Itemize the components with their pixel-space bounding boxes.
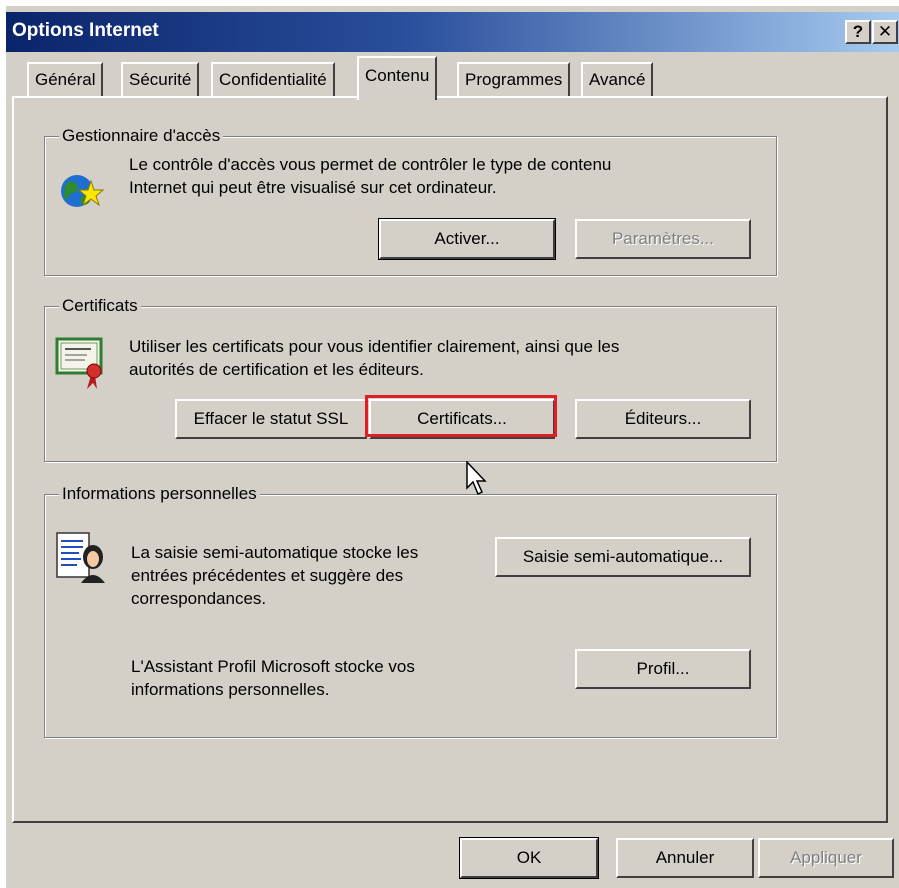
personal-info-group: Informations personnelles La saisie semi… (44, 484, 777, 738)
content-advisor-desc-line1: Le contrôle d'accès vous permet de contr… (129, 155, 612, 174)
settings-button[interactable]: Paramètres... (575, 219, 751, 259)
close-button[interactable]: ✕ (872, 20, 898, 44)
tab-security[interactable]: Sécurité (121, 62, 200, 96)
tab-programs[interactable]: Programmes (457, 62, 571, 96)
profile-icon (55, 531, 107, 590)
cancel-button[interactable]: Annuler (616, 838, 754, 878)
title-bar[interactable]: Options Internet ? ✕ (6, 12, 899, 52)
globe-star-icon (57, 167, 105, 220)
certificate-icon (55, 337, 109, 394)
certificates-label: Certificats (59, 296, 141, 316)
certificates-button-highlight (365, 395, 557, 437)
certificates-desc-line2: autorités de certification et les éditeu… (129, 360, 424, 379)
certificates-group: Certificats Utiliser les certificats pou… (44, 296, 777, 462)
autocomplete-desc-line3: correspondances. (131, 589, 267, 608)
tab-general[interactable]: Général (27, 62, 104, 96)
tab-content[interactable]: Contenu (357, 56, 438, 100)
publishers-button[interactable]: Éditeurs... (575, 399, 751, 439)
profile-button[interactable]: Profil... (575, 649, 751, 689)
profile-desc-line2: informations personnelles. (131, 680, 330, 699)
window-title: Options Internet (12, 20, 159, 41)
autocomplete-button[interactable]: Saisie semi-automatique... (495, 537, 751, 577)
tab-privacy[interactable]: Confidentialité (211, 62, 335, 96)
content-tab-panel: Gestionnaire d'accès Le contrôle d'accès… (12, 96, 888, 823)
content-advisor-group: Gestionnaire d'accès Le contrôle d'accès… (44, 126, 777, 276)
content-advisor-label: Gestionnaire d'accès (59, 126, 224, 146)
ok-button[interactable]: OK (459, 837, 599, 879)
certificates-desc-line1: Utiliser les certificats pour vous ident… (129, 337, 620, 356)
help-button[interactable]: ? (845, 20, 871, 44)
enable-button[interactable]: Activer... (378, 218, 556, 260)
mouse-cursor-icon (466, 460, 488, 502)
autocomplete-desc-line2: entrées précédentes et suggère des (131, 566, 404, 585)
profile-desc-line1: L'Assistant Profil Microsoft stocke vos (131, 657, 415, 676)
content-advisor-desc-line2: Internet qui peut être visualisé sur cet… (129, 178, 497, 197)
personal-info-label: Informations personnelles (59, 484, 260, 504)
clear-ssl-button[interactable]: Effacer le statut SSL (175, 399, 367, 439)
tab-advanced[interactable]: Avancé (581, 62, 654, 96)
autocomplete-desc-line1: La saisie semi-automatique stocke les (131, 543, 419, 562)
apply-button[interactable]: Appliquer (758, 838, 894, 878)
